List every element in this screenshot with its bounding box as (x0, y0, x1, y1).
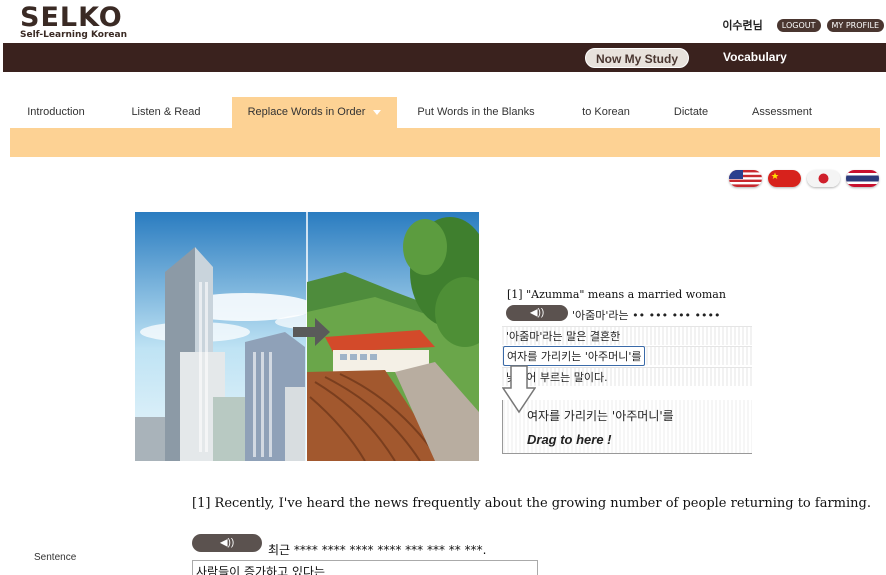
japan-flag-icon[interactable] (807, 170, 840, 187)
tab-label: Dictate (673, 106, 709, 118)
tab-label: Introduction (27, 106, 85, 118)
us-flag-icon[interactable] (729, 170, 762, 187)
logout-button[interactable]: LOGOUT (776, 18, 821, 32)
tab-label: to Korean (582, 106, 630, 118)
tab-replace-words-in-order[interactable]: Replace Words in Order (232, 97, 397, 128)
lesson-tabs: Introduction Listen & Read Replace Words… (10, 97, 880, 128)
sentence-label: Sentence (34, 552, 77, 563)
tab-introduction[interactable]: Introduction (10, 97, 102, 128)
tab-label: Replace Words in Order (247, 106, 366, 118)
tab-listen-read[interactable]: Listen & Read (118, 97, 214, 128)
tab-assessment[interactable]: Assessment (742, 97, 822, 128)
vocabulary-link[interactable]: Vocabulary (723, 50, 787, 64)
tab-to-korean[interactable]: to Korean (570, 97, 642, 128)
word-chunk-2-selected[interactable]: 여자를 가리키는 '아주머니'를 (503, 346, 646, 366)
sub-tab-strip (10, 128, 880, 157)
tab-put-words-in-blanks[interactable]: Put Words in the Blanks (406, 97, 546, 128)
top-nav-bar: Now My Study Vocabulary (3, 43, 886, 72)
drop-target-area[interactable]: 여자를 가리키는 '아주머니'를 Drag to here ! (502, 400, 752, 454)
speaker-icon: ◀)) (529, 307, 545, 319)
word-chunk-1[interactable]: '아줌마'라는 말은 결혼한 (506, 328, 620, 344)
user-name: 이수련님 (722, 19, 763, 32)
language-flags (729, 170, 879, 187)
tab-label: Assessment (752, 106, 812, 118)
masked-sentence: '아줌마'라는 •• ••• ••• •••• (572, 309, 721, 322)
user-area: 이수련님 LOGOUT MY PROFILE (722, 17, 884, 33)
drag-hint: Drag to here ! (527, 432, 612, 447)
app-root: SELKO Self-Learning Korean 이수련님 LOGOUT M… (0, 0, 886, 575)
logo-wordmark: SELKO (20, 2, 123, 33)
korean-masked-sentence: 최근 **** **** **** **** *** *** ** ***. (268, 543, 487, 557)
china-flag-icon[interactable] (768, 170, 801, 187)
tab-dictate[interactable]: Dictate (658, 97, 724, 128)
tab-label: Listen & Read (131, 106, 201, 118)
word-order-panel: [1] "Azumma" means a married woman ◀)) '… (502, 284, 752, 454)
selko-logo[interactable]: SELKO Self-Learning Korean (20, 2, 128, 41)
now-my-study-button[interactable]: Now My Study (585, 48, 690, 68)
audio-play-button[interactable]: ◀)) (506, 305, 568, 321)
my-profile-button[interactable]: MY PROFILE (826, 18, 884, 32)
answer-box[interactable]: 사람들이 증가하고 있다는 (192, 560, 538, 575)
english-sentence: [1] Recently, I've heard the news freque… (192, 496, 871, 511)
logo-tagline: Self-Learning Korean (20, 30, 128, 40)
tab-label: Put Words in the Blanks (417, 106, 535, 118)
thailand-flag-icon[interactable] (846, 170, 879, 187)
speaker-icon: ◀)) (219, 537, 235, 549)
sentence-audio-button[interactable]: ◀)) (192, 534, 262, 552)
dropped-word[interactable]: 여자를 가리키는 '아주머니'를 (527, 407, 674, 424)
sentence-title: [1] "Azumma" means a married woman (507, 288, 726, 301)
dropdown-arrow-icon (373, 109, 382, 115)
lesson-illustration (135, 212, 479, 461)
down-arrow-icon (502, 365, 536, 414)
